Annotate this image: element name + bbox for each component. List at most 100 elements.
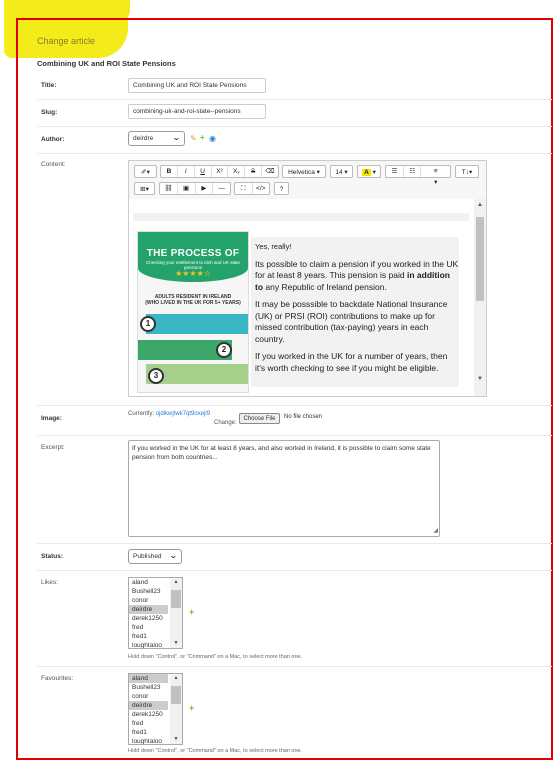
list-option[interactable]: fred1 (129, 728, 168, 737)
font-family-select[interactable]: Helvetica ▾ (282, 165, 326, 178)
step-3-circle: 3 (148, 368, 164, 384)
status-select-value: Published (133, 553, 162, 560)
view-eye-icon[interactable]: ◉ (209, 134, 216, 143)
image-currently-label: Currently: (128, 411, 155, 417)
content-label: Content: (41, 161, 66, 168)
scroll-up-arrow-icon[interactable]: ▲ (474, 202, 486, 212)
eraser-icon[interactable]: ⌫ (262, 166, 278, 177)
slug-input[interactable]: combining-uk-and-roi-state--pensions (128, 104, 266, 119)
edit-pencil-icon[interactable]: ✎ (190, 134, 197, 143)
content-top-strip (133, 213, 469, 221)
picture-icon[interactable]: ▣ (178, 183, 196, 194)
video-icon[interactable]: ▶ (196, 183, 214, 194)
italic-button[interactable]: I (178, 166, 195, 177)
author-select[interactable]: deirdre ⌄ (128, 131, 185, 146)
rich-text-editor[interactable]: ✐▾ B I U X² X₂ S ⌫ Helvetica ▾ 14 ▾ A ▾ … (128, 160, 487, 397)
status-label: Status: (41, 553, 64, 560)
add-plus-icon[interactable]: + (200, 133, 205, 142)
bold-button[interactable]: B (161, 166, 178, 177)
list-option[interactable]: fred (129, 719, 168, 728)
excerpt-text: If you worked in the UK for at least 8 y… (132, 445, 431, 461)
editor-scroll-thumb[interactable] (476, 217, 484, 301)
favourites-label: Favourites: (41, 675, 74, 682)
editor-scrollbar[interactable]: ▲ ▼ (474, 199, 486, 396)
fullscreen-icon[interactable]: ⛶ (235, 183, 253, 194)
horizontal-rule-icon[interactable]: — (213, 183, 230, 194)
font-size-select[interactable]: 14 ▾ (330, 165, 353, 178)
title-input[interactable]: Combining UK and ROI State Pensions (128, 78, 266, 93)
scroll-up-arrow-icon[interactable]: ▲ (170, 674, 182, 683)
list-option[interactable]: conor (129, 596, 168, 605)
scroll-up-arrow-icon[interactable]: ▲ (170, 578, 182, 587)
list-option[interactable]: Bushell23 (129, 587, 168, 596)
favourites-multiselect[interactable]: aland Bushell23 conor deirdre derek1250 fred f… (128, 673, 183, 745)
likes-multiselect[interactable]: aland Bushell23 conor deirdre derek1250 fred f… (128, 577, 183, 649)
status-row: Status: (37, 543, 552, 571)
resize-grip-icon[interactable]: ◢ (433, 527, 438, 536)
font-color-button[interactable]: A ▾ (357, 165, 381, 178)
list-option[interactable]: derek1250 (129, 614, 168, 623)
list-option[interactable]: aland (129, 674, 168, 683)
list-option[interactable]: derek1250 (129, 710, 168, 719)
favourites-scrollbar[interactable]: ▲ ▼ (170, 674, 182, 744)
list-option[interactable]: fred (129, 623, 168, 632)
slug-row: Slug: (37, 99, 552, 127)
list-option[interactable]: loughtaloo (129, 737, 168, 744)
infographic-mid-line2: (WHO LIVED IN THE UK FOR 5+ YEARS) (145, 300, 241, 306)
list-option[interactable]: Bushell23 (129, 683, 168, 692)
scroll-down-arrow-icon[interactable]: ▼ (170, 735, 182, 744)
superscript-button[interactable]: X² (212, 166, 229, 177)
code-view-icon[interactable]: </> (253, 183, 270, 194)
add-plus-icon[interactable]: + (189, 607, 194, 617)
add-plus-icon[interactable]: + (189, 703, 194, 713)
link-icon[interactable]: ⛓ (160, 183, 178, 194)
author-label: Author: (41, 136, 65, 143)
image-change-label: Change: (214, 420, 237, 426)
list-option[interactable]: loughtaloo (129, 641, 168, 648)
font-family-value: Helvetica (288, 169, 315, 176)
slug-label: Slug: (41, 109, 58, 116)
likes-row: Likes: (37, 570, 552, 667)
choose-file-button[interactable]: Choose File (239, 413, 280, 424)
image-currently-line: Currently: ojdikwjtwk7qt9oxejl9 (128, 411, 210, 417)
align-glyph: ≡ (433, 168, 438, 175)
chevron-down-icon: ⌄ (168, 551, 179, 560)
subscript-button[interactable]: X₂ (228, 166, 246, 177)
line-height-icon: T↕ (461, 169, 469, 176)
view-button-group: ⛶ </> (234, 182, 270, 195)
style-button[interactable]: ✐▾ (134, 165, 157, 178)
likes-scroll-thumb[interactable] (171, 590, 181, 608)
insert-button-group: ⛓ ▣ ▶ — (159, 182, 231, 195)
line-height-button[interactable]: T↕▾ (455, 165, 479, 178)
list-option[interactable]: fred1 (129, 632, 168, 641)
list-option[interactable]: aland (129, 578, 168, 587)
editor-content-area[interactable]: THE PROCESS OF Checking your entitlement… (129, 199, 486, 396)
favourites-row: Favourites: (37, 666, 552, 758)
content-paragraph-3: It may be posssible to backdate National… (255, 299, 448, 344)
title-row: Title: (37, 72, 552, 100)
align-icon[interactable]: ≡ ▾ (421, 166, 450, 186)
image-label: Image: (41, 415, 62, 422)
unordered-list-icon[interactable]: ☰ (386, 166, 404, 177)
favourites-scroll-thumb[interactable] (171, 686, 181, 704)
strikethrough-button[interactable]: S (245, 166, 263, 177)
list-option[interactable]: conor (129, 692, 168, 701)
likes-scrollbar[interactable]: ▲ ▼ (170, 578, 182, 648)
step-2-circle: 2 (216, 342, 232, 358)
excerpt-textarea[interactable]: If you worked in the UK for at least 8 y… (128, 440, 440, 537)
ordered-list-icon[interactable]: ☷ (404, 166, 422, 177)
content-paragraph-1: Yes, really! (255, 242, 292, 251)
underline-button[interactable]: U (195, 166, 212, 177)
list-option[interactable]: deirdre (129, 701, 168, 710)
status-select[interactable]: Published ⌄ (128, 549, 182, 564)
help-button[interactable]: ? (274, 182, 289, 195)
scroll-down-arrow-icon[interactable]: ▼ (170, 639, 182, 648)
no-file-chosen-text: No file chosen (284, 414, 323, 420)
table-button[interactable]: ⊞▾ (134, 182, 155, 195)
likes-help-text: Hold down "Control", or "Command" on a M… (128, 654, 303, 660)
author-row: Author: (37, 126, 552, 154)
content-p2-post: any Republic of Ireland pension. (263, 281, 387, 292)
list-option[interactable]: deirdre (129, 605, 168, 614)
image-current-link[interactable]: ojdikwjtwk7qt9oxejl9 (156, 411, 210, 417)
scroll-down-arrow-icon[interactable]: ▼ (474, 376, 486, 386)
